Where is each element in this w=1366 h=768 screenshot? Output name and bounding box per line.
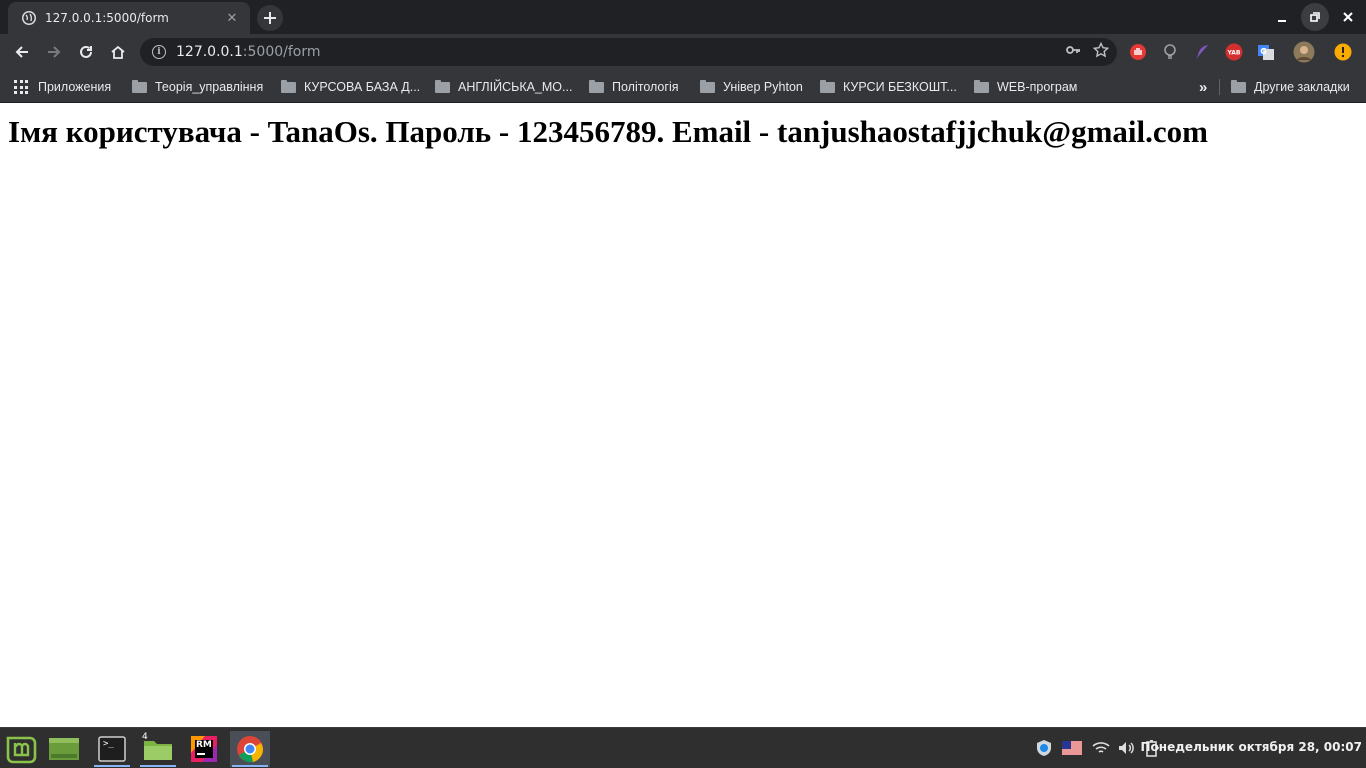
adblock-extension-icon[interactable] [1129,43,1147,61]
reload-icon [80,45,92,58]
info-icon[interactable]: i [152,45,166,59]
address-url[interactable]: 127.0.0.1:5000/form [176,44,321,60]
terminal-prompt: >_ [103,739,114,749]
bookmark-label: КУРСОВА БАЗА Д... [304,80,421,94]
update-warning-icon[interactable] [1334,43,1352,61]
svg-text:YAB: YAB [1227,50,1241,57]
update-manager-shield-icon[interactable] [1034,739,1054,757]
translate-extension-icon[interactable]: G [1257,43,1275,61]
browser-toolbar: i 127.0.0.1:5000/form YAB G [0,34,1366,70]
bookmark-folder[interactable]: Універ Pyhton [700,78,803,96]
folder-icon [820,79,835,93]
bookmark-folder[interactable]: Політологія [589,78,679,96]
close-icon [1343,12,1353,22]
folder-icon [589,79,604,93]
back-button[interactable] [8,38,36,66]
folder-icon [1231,79,1246,93]
bookmark-label: Політологія [612,80,679,94]
chrome-icon [237,736,264,763]
bookmark-other-label: Другие закладки [1254,80,1350,94]
bookmark-folder[interactable]: КУРСИ БЕЗКОШТ... [820,78,957,96]
taskbar: >_ 4 RM Понедельник октября 28, 00:07 [0,727,1366,768]
page-content: Імя користувача - TanaOs. Пароль - 12345… [0,104,1366,727]
taskbar-clock[interactable]: Понедельник октября 28, 00:07 [1141,740,1362,754]
folder-icon [435,79,450,93]
running-indicator [140,765,176,767]
profile-avatar[interactable] [1293,41,1315,63]
bookmark-label: АНГЛІЙСЬКА_МО... [458,80,573,94]
bookmark-apps[interactable]: Приложения [14,78,111,96]
bookmark-label: Теорія_управління [155,80,264,94]
arrow-right-icon [48,46,61,58]
chrome-taskbar-button[interactable] [230,731,270,767]
key-icon[interactable] [1065,42,1081,58]
apps-grid-icon [14,80,28,94]
url-path: :5000/form [242,44,321,60]
tab-close-icon[interactable]: ✕ [224,11,240,26]
restore-icon [1310,12,1320,22]
bookmark-apps-label: Приложения [38,80,112,94]
star-icon[interactable] [1093,42,1109,58]
bookmark-label: WEB-програм [997,80,1078,94]
close-window-button[interactable] [1334,3,1362,31]
mint-logo-icon [6,736,37,764]
window-count-badge: 4 [142,732,148,742]
restore-button[interactable] [1301,3,1329,31]
terminal-taskbar-button[interactable]: >_ [92,731,132,767]
files-taskbar-button[interactable]: 4 [138,731,178,767]
desktop-icon [49,738,79,760]
browser-tab[interactable]: 127.0.0.1:5000/form ✕ [8,2,250,34]
folder-icon [281,79,296,93]
rubymine-taskbar-button[interactable]: RM [184,731,224,767]
plus-icon [264,12,276,24]
bookmarks-divider [1219,79,1220,95]
bookmark-folder[interactable]: АНГЛІЙСЬКА_МО... [435,78,572,96]
bookmarks-bar: Приложения Теорія_управління КУРСОВА БАЗ… [0,70,1366,103]
folder-icon [700,79,715,93]
home-icon [111,45,125,59]
globe-icon [22,11,36,25]
volume-icon[interactable] [1116,739,1136,757]
home-button[interactable] [104,38,132,66]
new-tab-button[interactable] [257,5,283,31]
tab-title: 127.0.0.1:5000/form [45,11,169,25]
url-host: 127.0.0.1 [176,44,243,60]
arrow-left-icon [15,46,28,58]
address-bar[interactable]: i 127.0.0.1:5000/form [140,38,1117,66]
folder-icon [974,79,989,93]
svg-text:G: G [1260,47,1267,56]
browser-tab-strip: 127.0.0.1:5000/form ✕ [0,0,1366,34]
bookmark-label: Універ Pyhton [723,80,803,94]
rubymine-label: RM [196,740,212,750]
mint-menu-button[interactable] [1,731,41,767]
bookmark-label: КУРСИ БЕЗКОШТ... [843,80,957,94]
running-indicator [94,765,130,767]
folder-icon [132,79,147,93]
minimize-icon [1278,20,1286,22]
running-indicator [232,765,268,767]
forward-button[interactable] [40,38,68,66]
bookmark-folder[interactable]: Теорія_управління [132,78,263,96]
minimize-button[interactable] [1268,3,1296,31]
feather-extension-icon[interactable] [1193,43,1211,61]
bookmark-folder[interactable]: КУРСОВА БАЗА Д... [281,78,420,96]
reload-button[interactable] [72,38,100,66]
bookmark-other-folder[interactable]: Другие закладки [1231,78,1350,96]
wifi-icon[interactable] [1091,739,1111,757]
keyboard-layout-flag-icon[interactable] [1061,739,1083,757]
yab-extension-icon[interactable]: YAB [1225,43,1243,61]
bookmark-folder[interactable]: WEB-програм [974,78,1077,96]
show-desktop-button[interactable] [44,731,84,767]
lightbulb-extension-icon[interactable] [1161,43,1179,61]
bookmarks-overflow-chevron-icon[interactable]: » [1199,78,1207,96]
page-heading: Імя користувача - TanaOs. Пароль - 12345… [8,114,1208,149]
